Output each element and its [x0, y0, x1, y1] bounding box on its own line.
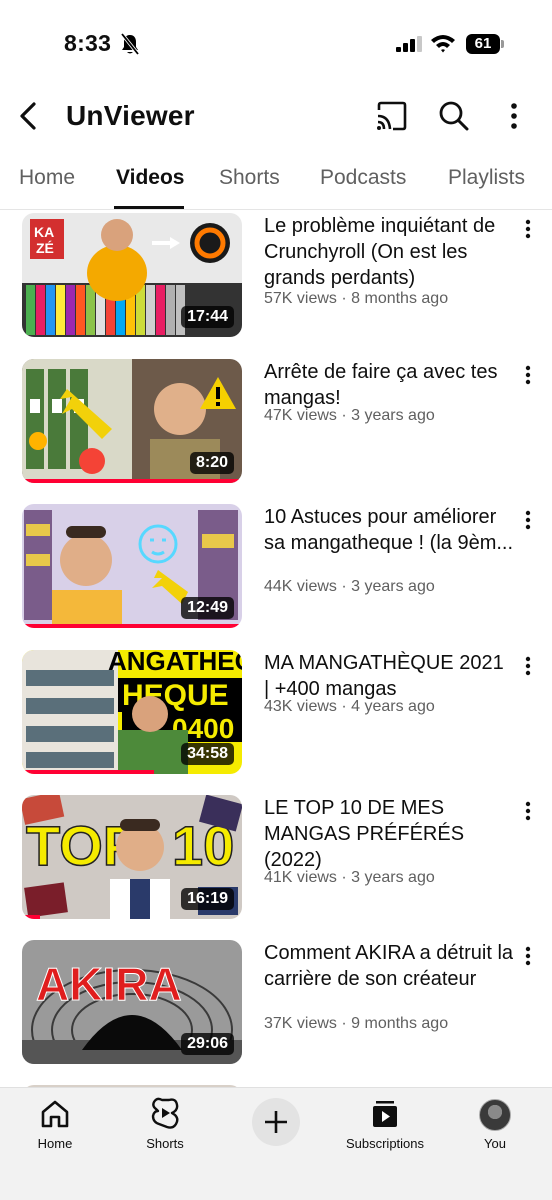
search-icon [439, 101, 469, 131]
video-thumbnail[interactable]: TOP 10 16:19 [22, 795, 242, 919]
tab-home[interactable]: Home [19, 166, 75, 190]
home-icon [41, 1100, 69, 1128]
watch-progress-bar [22, 770, 154, 774]
watch-progress-bar [22, 479, 242, 483]
cast-button[interactable] [374, 98, 410, 134]
more-vertical-icon [525, 510, 531, 530]
video-meta: 41K views · 3 years ago [264, 869, 435, 886]
video-thumbnail[interactable]: HEQUE ANGATHEQUE 0400 34:58 [22, 650, 242, 774]
video-thumbnail[interactable]: 8:20 [22, 359, 242, 483]
video-duration: 34:58 [181, 743, 234, 765]
video-meta: 47K views · 3 years ago [264, 407, 435, 424]
cellular-signal-icon [396, 36, 422, 52]
video-row[interactable]: 8:20 Arrête de faire ça avec tes mangas!… [0, 359, 552, 489]
tab-videos[interactable]: Videos [116, 166, 184, 190]
video-options-button[interactable] [518, 365, 538, 391]
svg-text:ANGATHEQUE: ANGATHEQUE [108, 650, 242, 676]
video-row[interactable]: AKIRA 29:06 Comment AKIRA a détruit la c… [0, 940, 552, 1070]
video-title[interactable]: LE TOP 10 DE MES MANGAS PRÉFÉRÉS (2022) [264, 795, 514, 873]
subscriptions-icon [373, 1101, 397, 1127]
create-button[interactable] [252, 1098, 300, 1146]
video-duration: 17:44 [181, 306, 234, 328]
more-vertical-icon [525, 656, 531, 676]
video-title[interactable]: Arrête de faire ça avec tes mangas! [264, 359, 514, 411]
more-vertical-icon [525, 365, 531, 385]
video-thumbnail[interactable]: 12:49 [22, 504, 242, 628]
tab-playlists[interactable]: Playlists [448, 166, 525, 190]
video-options-button[interactable] [518, 510, 538, 536]
video-list: KA ZÉ 17:44 Le problème inquiétant de Cr… [0, 211, 552, 1087]
video-title[interactable]: MA MANGATHÈQUE 2021 | +400 mangas [264, 650, 514, 702]
more-vertical-icon [525, 801, 531, 821]
video-row[interactable]: 12:49 10 Astuces pour améliorer sa manga… [0, 504, 552, 634]
battery-icon: 61 [466, 34, 504, 54]
video-title[interactable]: Comment AKIRA a détruit la carrière de s… [264, 940, 514, 992]
cast-icon [377, 101, 407, 131]
back-button[interactable] [10, 96, 46, 136]
video-row[interactable]: TOP 10 16:19 LE TOP 10 DE MES MANGAS PRÉ… [0, 795, 552, 925]
status-bar: 8:33 61 [0, 0, 552, 80]
video-title[interactable]: 10 Astuces pour améliorer sa mangatheque… [264, 504, 514, 556]
nav-shorts[interactable]: Shorts [110, 1096, 220, 1151]
video-meta: 43K views · 4 years ago [264, 698, 435, 715]
video-duration: 16:19 [181, 888, 234, 910]
video-thumbnail[interactable]: AKIRA 29:06 [22, 940, 242, 1064]
status-time: 8:33 [64, 30, 112, 56]
watch-progress-bar [22, 915, 40, 919]
video-duration: 29:06 [181, 1033, 234, 1055]
channel-tabs: Home Videos Shorts Podcasts Playlists [0, 150, 552, 210]
bell-slash-icon [120, 33, 140, 55]
nav-home[interactable]: Home [0, 1096, 110, 1151]
plus-icon [265, 1111, 287, 1133]
shorts-icon [151, 1097, 179, 1129]
svg-text:AKIRA: AKIRA [36, 958, 182, 1010]
watch-progress-bar [22, 624, 242, 628]
tab-podcasts[interactable]: Podcasts [320, 166, 406, 190]
video-options-button[interactable] [518, 801, 538, 827]
nav-subscriptions-label: Subscriptions [345, 1136, 425, 1151]
channel-title: UnViewer [66, 100, 195, 131]
video-duration: 12:49 [181, 597, 234, 619]
wifi-icon [431, 35, 455, 53]
video-options-button[interactable] [518, 946, 538, 972]
tab-shorts[interactable]: Shorts [219, 166, 280, 190]
more-vertical-icon [511, 103, 517, 129]
nav-home-label: Home [37, 1136, 73, 1151]
nav-shorts-label: Shorts [146, 1136, 184, 1151]
video-options-button[interactable] [518, 656, 538, 682]
svg-text:ZÉ: ZÉ [36, 240, 54, 256]
video-meta: 44K views · 3 years ago [264, 578, 435, 595]
battery-level: 61 [466, 34, 500, 54]
back-arrow-icon [20, 102, 36, 130]
nav-you-label: You [484, 1136, 506, 1151]
video-options-button[interactable] [518, 219, 538, 245]
video-duration: 8:20 [189, 452, 234, 474]
video-title[interactable]: Le problème inquiétant de Crunchyroll (O… [264, 213, 514, 291]
avatar [479, 1099, 511, 1131]
more-vertical-icon [525, 219, 531, 239]
nav-subscriptions[interactable]: Subscriptions [330, 1096, 440, 1151]
video-thumbnail[interactable]: KA ZÉ 17:44 [22, 213, 242, 337]
search-button[interactable] [436, 98, 472, 134]
nav-you[interactable]: You [440, 1096, 550, 1151]
video-meta: 37K views · 9 months ago [264, 1015, 449, 1032]
more-options-button[interactable] [496, 98, 532, 134]
video-meta: 57K views · 8 months ago [264, 290, 449, 307]
svg-text:KA: KA [34, 224, 54, 240]
active-tab-indicator [114, 206, 184, 209]
video-row[interactable]: KA ZÉ 17:44 Le problème inquiétant de Cr… [0, 213, 552, 343]
bottom-navigation: Home Shorts Subscriptions You [0, 1087, 552, 1200]
app-header: UnViewer [0, 86, 552, 146]
video-row[interactable]: HEQUE ANGATHEQUE 0400 34:58 MA MANGATHÈQ… [0, 650, 552, 780]
more-vertical-icon [525, 946, 531, 966]
